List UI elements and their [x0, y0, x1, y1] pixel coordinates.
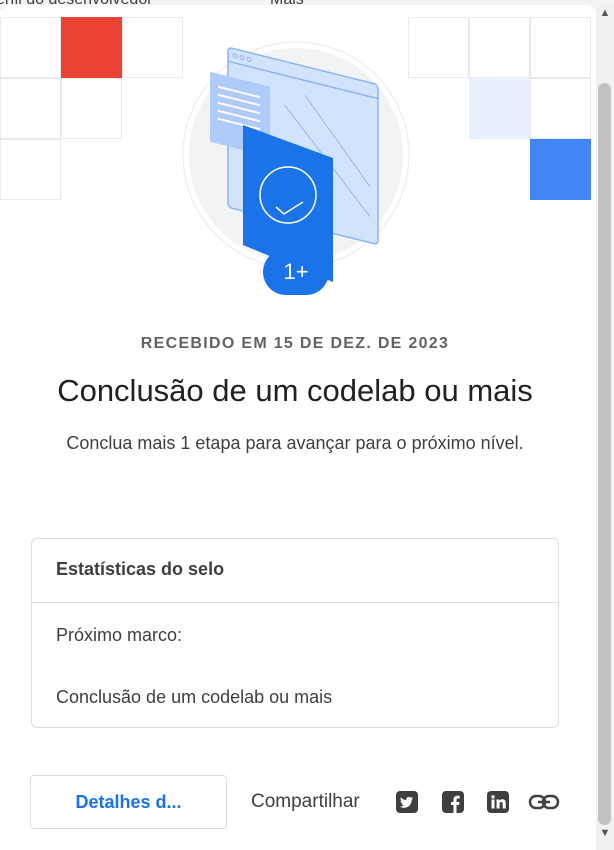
scroll-thumb[interactable]: [598, 83, 611, 825]
linkedin-icon[interactable]: [486, 790, 510, 814]
badge-count-pill: 1+: [263, 249, 329, 295]
facebook-icon[interactable]: [441, 790, 465, 814]
badge-title: Conclusão de um codelab ou mais: [57, 373, 533, 408]
badge-dialog: 1+ RECEBIDO EM 15 DE DEZ. DE 2023 Conclu…: [0, 5, 596, 850]
scroll-up-arrow[interactable]: ▲: [596, 5, 614, 21]
badge-stats-card: Estatísticas do selo Próximo marco: Conc…: [31, 538, 559, 728]
twitter-icon[interactable]: [395, 790, 419, 814]
scroll-down-arrow[interactable]: ▼: [596, 825, 614, 841]
badge-count-label: 1+: [283, 259, 309, 284]
stats-header: Estatísticas do selo: [32, 539, 558, 603]
received-date: RECEBIDO EM 15 DE DEZ. DE 2023: [140, 335, 450, 352]
share-label: Compartilhar: [251, 791, 360, 812]
scrollbar[interactable]: ▲ ▼: [596, 5, 614, 850]
next-milestone-value: Conclusão de um codelab ou mais: [56, 687, 333, 707]
next-milestone-label: Próximo marco:: [56, 625, 183, 645]
link-icon[interactable]: [528, 790, 560, 814]
details-button[interactable]: Detalhes d...: [30, 775, 227, 829]
badge-subtitle: Conclua mais 1 etapa para avançar para o…: [66, 433, 524, 453]
